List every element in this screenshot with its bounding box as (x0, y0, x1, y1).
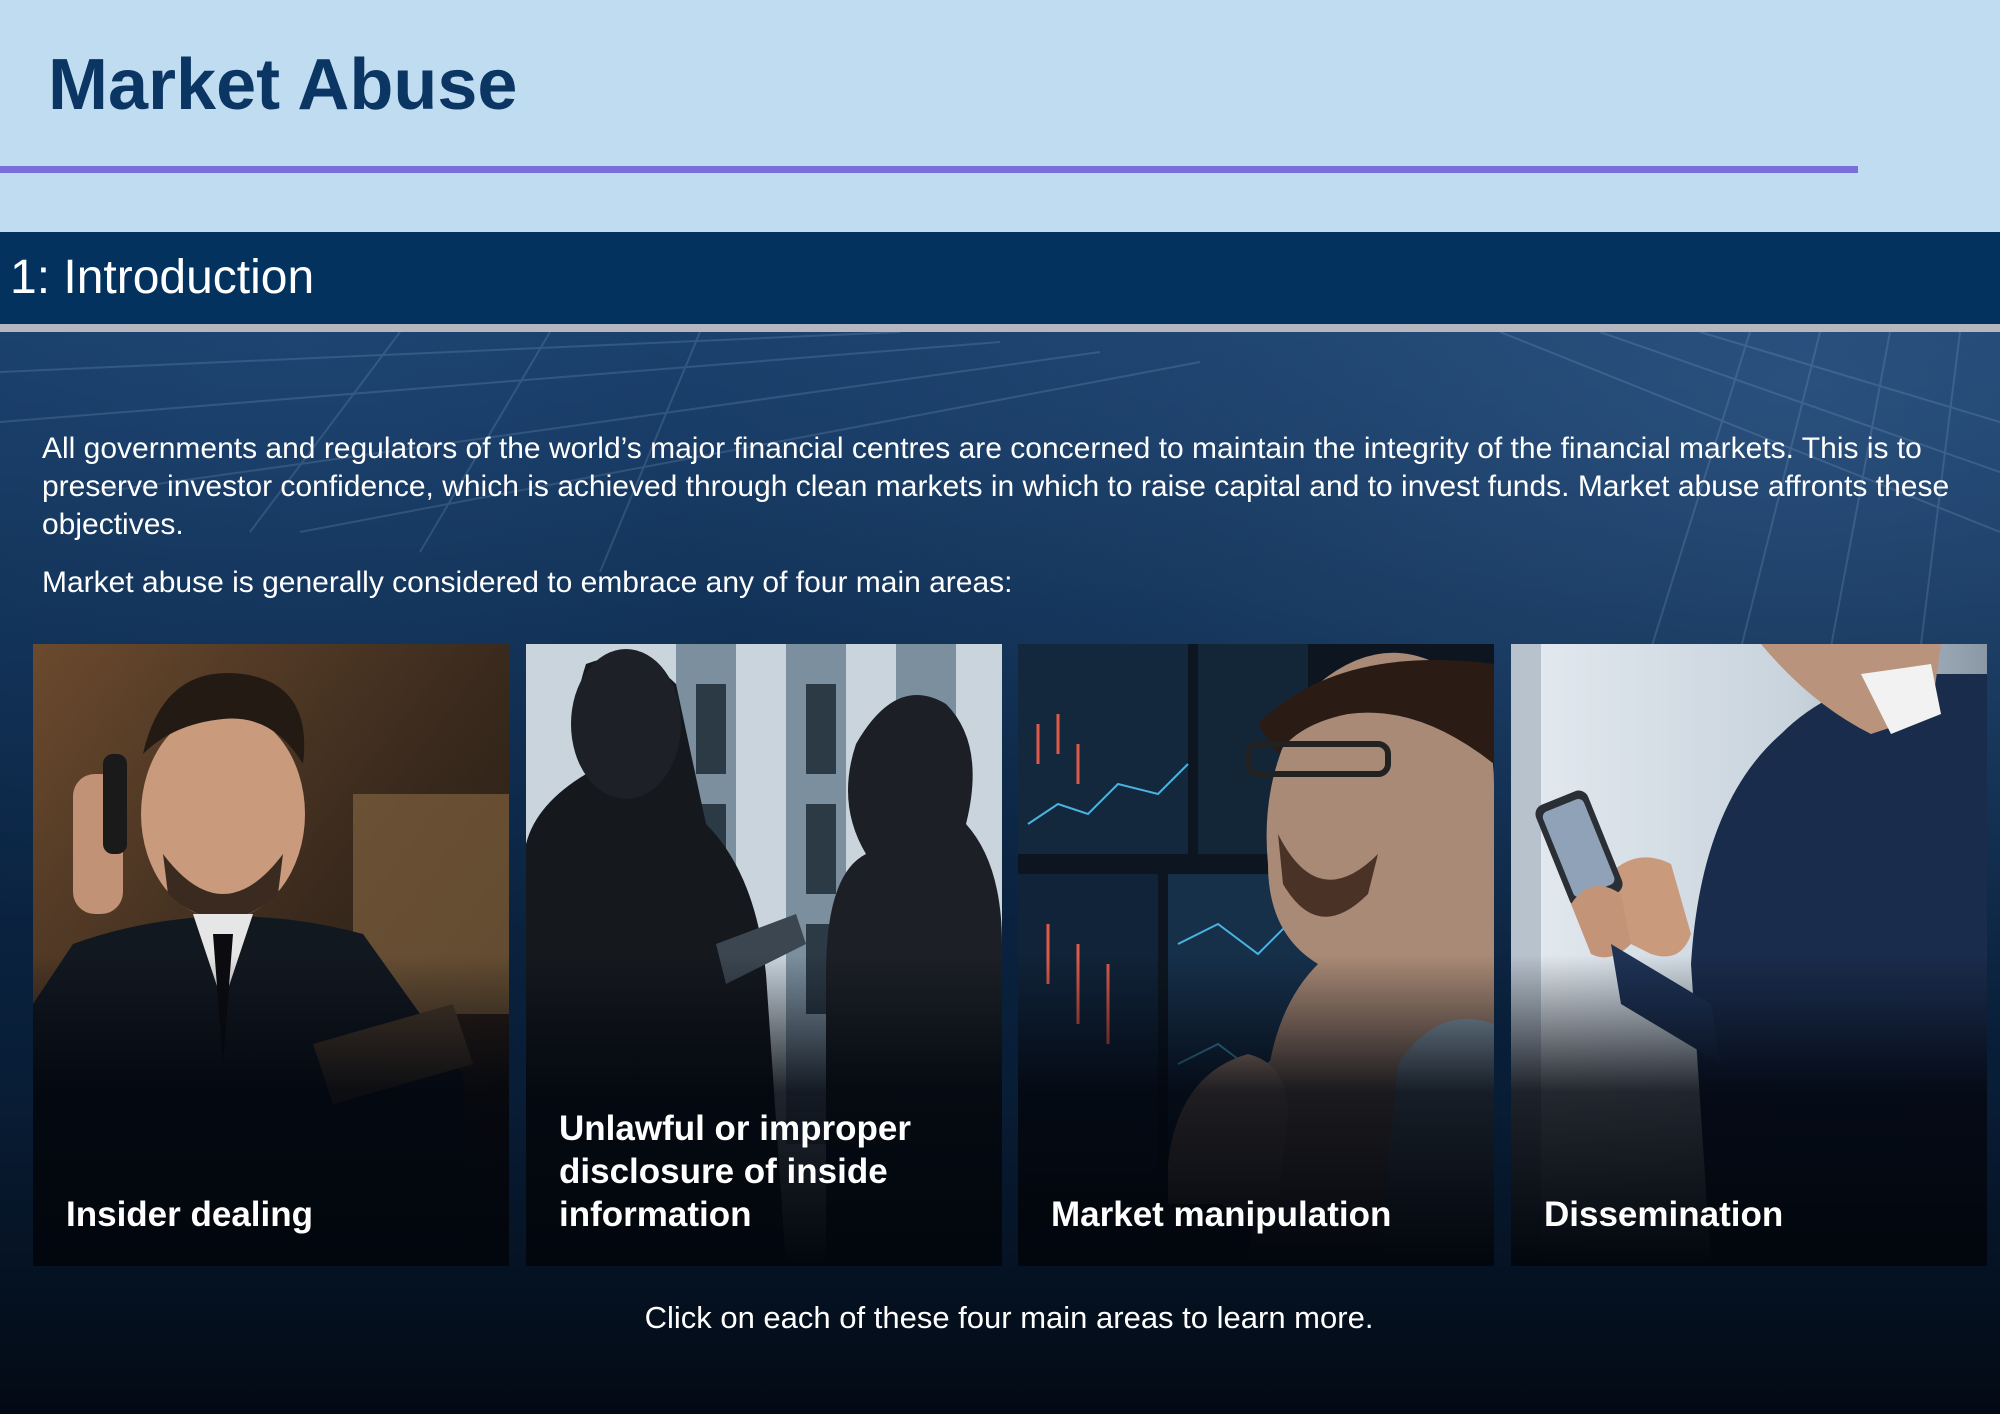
card-label: Unlawful or improper disclosure of insid… (559, 1109, 911, 1234)
card-shade (1018, 644, 1494, 1266)
header: Market Abuse (0, 0, 2000, 232)
intro-paragraph: All governments and regulators of the wo… (42, 432, 1950, 541)
card-shade (1511, 644, 1987, 1266)
section-header: 1: Introduction (0, 232, 2000, 324)
card-dissemination[interactable]: Dissemination (1511, 644, 1987, 1266)
card-label: Insider dealing (66, 1195, 313, 1234)
footer-instruction: Click on each of these four main areas t… (0, 1298, 2000, 1338)
card-insider-dealing[interactable]: Insider dealing (33, 644, 509, 1266)
card-label: Dissemination (1544, 1195, 1784, 1234)
page-title: Market Abuse (48, 45, 518, 125)
card-shade (33, 644, 509, 1266)
card-unlawful-disclosure[interactable]: Unlawful or improper disclosure of insid… (526, 644, 1002, 1266)
intro-lead-in: Market abuse is generally considered to … (42, 566, 1013, 599)
content-area: All governments and regulators of the wo… (0, 332, 2000, 1414)
card-market-manipulation[interactable]: Market manipulation (1018, 644, 1494, 1266)
footer-instruction-text: Click on each of these four main areas t… (644, 1300, 1374, 1335)
title-divider (0, 166, 1858, 173)
card-label: Market manipulation (1051, 1195, 1392, 1234)
section-title: 1: Introduction (10, 251, 315, 304)
section-divider (0, 324, 2000, 332)
